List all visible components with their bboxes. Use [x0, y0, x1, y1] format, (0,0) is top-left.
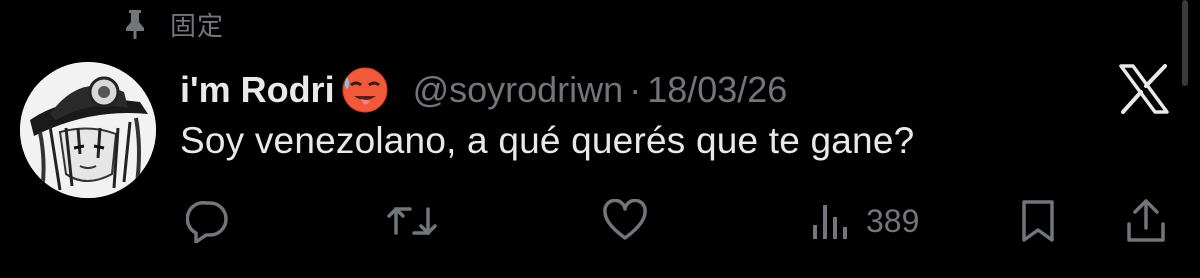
- views-icon: [808, 199, 852, 243]
- retweet-button[interactable]: [386, 198, 438, 244]
- scrollbar[interactable]: [1182, 0, 1188, 86]
- share-button[interactable]: [1124, 198, 1168, 244]
- pin-icon: [122, 8, 148, 40]
- avatar[interactable]: [20, 62, 156, 198]
- reply-icon: [186, 199, 230, 243]
- views-button[interactable]: 389: [808, 198, 919, 244]
- heart-icon: [602, 199, 648, 243]
- like-button[interactable]: [602, 198, 648, 244]
- pinned-label: 固定: [170, 10, 225, 41]
- separator-dot: ·: [629, 69, 642, 110]
- tweet-date[interactable]: 18/03/26: [647, 69, 787, 111]
- hot-face-emoji: [339, 65, 391, 115]
- reply-button[interactable]: [186, 198, 230, 244]
- x-logo-icon[interactable]: [1118, 64, 1170, 114]
- tweet-text: Soy venezolano, a qué querés que te gane…: [180, 120, 915, 161]
- bookmark-icon: [1018, 199, 1058, 243]
- retweet-icon: [386, 199, 438, 243]
- display-name[interactable]: i'm Rodri: [180, 69, 335, 111]
- views-count: 389: [866, 202, 920, 239]
- user-handle[interactable]: @soyrodriwn: [413, 69, 624, 111]
- share-icon: [1124, 198, 1168, 244]
- tweet-header: i'm Rodri @soyrodriwn · 18/03/26: [180, 62, 787, 118]
- bookmark-button[interactable]: [1018, 198, 1058, 244]
- pinned-indicator: 固定: [122, 4, 224, 44]
